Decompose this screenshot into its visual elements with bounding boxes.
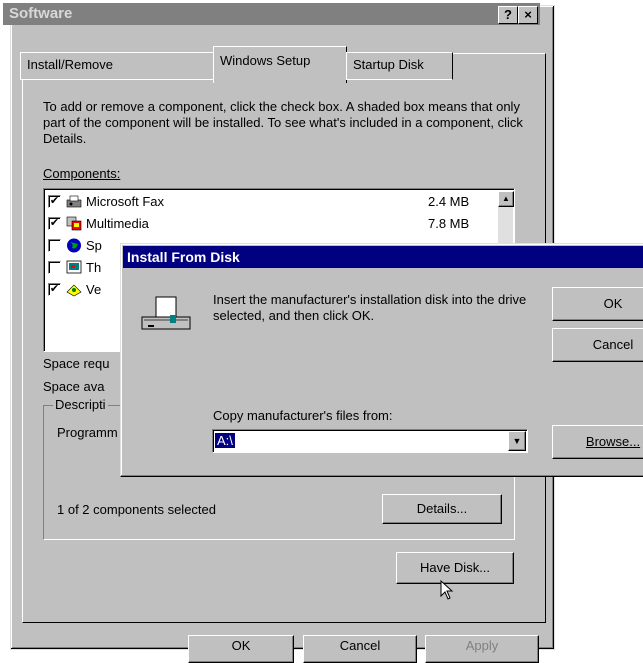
window-title: Software — [9, 5, 73, 22]
component-name: Multimedia — [86, 216, 149, 231]
dialog-title: Install From Disk — [127, 249, 240, 265]
multimedia-icon — [66, 216, 82, 231]
setup-intro-text: To add or remove a component, click the … — [43, 99, 523, 146]
dialog-message: Insert the manufacturer's installation d… — [213, 292, 527, 323]
browse-button[interactable]: Browse... — [552, 425, 643, 459]
component-name: Microsoft Fax — [86, 194, 165, 209]
software-title-bar[interactable]: Software ? × — [3, 3, 540, 25]
fax-icon — [66, 195, 82, 208]
ok-button[interactable]: OK — [188, 635, 294, 663]
description-text: Programm — [57, 425, 118, 440]
copy-from-value[interactable]: A:\ — [215, 433, 235, 448]
space-available-label: Space ava — [43, 379, 105, 394]
selected-count-text: 1 of 2 components selected — [57, 502, 216, 517]
disk-drive-icon — [141, 296, 191, 330]
checkbox[interactable] — [48, 261, 61, 274]
scroll-up-button[interactable]: ▲ — [498, 191, 514, 207]
component-size: 2.4 MB — [428, 194, 470, 209]
checkbox[interactable]: ✔ — [48, 217, 61, 230]
dialog-cancel-button-label: Cancel — [592, 337, 634, 352]
apply-button: Apply — [425, 635, 539, 663]
browse-button-label: Browse... — [585, 434, 641, 449]
dialog-ok-button[interactable]: OK — [552, 287, 643, 321]
details-button-label: Details... — [416, 501, 468, 516]
accessories-icon — [66, 284, 82, 297]
chevron-down-icon[interactable]: ▼ — [508, 431, 526, 451]
space-required-label: Space requ — [43, 356, 110, 371]
mouse-pointer-icon — [440, 580, 454, 600]
globe-icon — [67, 238, 81, 253]
apply-button-label: Apply — [465, 638, 499, 653]
copy-from-label: Copy manufacturer's files from: — [213, 408, 393, 423]
desktop-themes-icon — [66, 260, 82, 274]
component-name: Sp — [86, 238, 102, 253]
dialog-ok-button-label: OK — [603, 296, 623, 311]
cancel-button-label: Cancel — [339, 638, 381, 653]
dialog-cancel-button[interactable]: Cancel — [552, 328, 643, 362]
close-button[interactable]: × — [518, 6, 538, 24]
list-item[interactable]: ✔ Microsoft Fax 2.4 MB — [48, 191, 478, 213]
component-name: Ve — [86, 282, 102, 297]
cancel-button[interactable]: Cancel — [303, 635, 417, 663]
copy-from-combobox[interactable]: A:\ ▼ — [212, 429, 528, 453]
tab-startup-disk[interactable]: Startup Disk — [346, 52, 453, 80]
have-disk-button-label: Have Disk... — [419, 560, 491, 575]
component-name: Th — [86, 260, 102, 275]
components-label-text: Components: — [43, 166, 121, 181]
checkbox[interactable] — [48, 239, 61, 252]
ok-button-label: OK — [231, 638, 251, 653]
checkbox[interactable]: ✔ — [48, 283, 61, 296]
tab-windows-setup[interactable]: Windows Setup — [213, 46, 347, 83]
details-button[interactable]: Details... — [382, 494, 502, 524]
list-item[interactable]: ✔ Multimedia 7.8 MB — [48, 213, 478, 235]
component-size: 7.8 MB — [428, 216, 470, 231]
help-button[interactable]: ? — [498, 6, 518, 24]
dialog-title-bar[interactable]: Install From Disk — [123, 246, 643, 268]
checkbox[interactable]: ✔ — [48, 195, 61, 208]
components-label: Components: — [43, 166, 120, 182]
tab-install-remove[interactable]: Install/Remove — [20, 52, 219, 80]
description-label: Descripti — [53, 397, 108, 413]
